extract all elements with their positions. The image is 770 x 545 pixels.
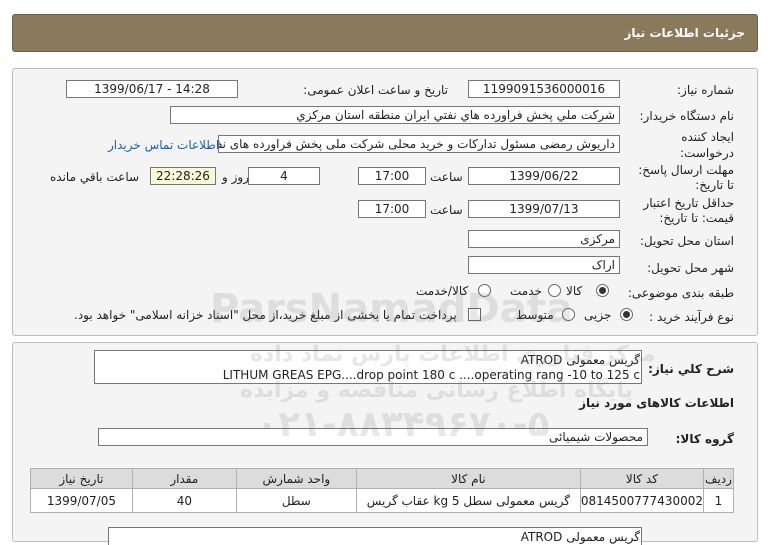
watermark-brand: ParsNamadData — [210, 286, 573, 332]
province-field: مرکزی — [468, 230, 620, 248]
need-number-label: شماره نیاز: — [677, 83, 734, 97]
days-label: روز و — [222, 170, 249, 184]
validity-label-2: قیمت: تا تاریخ: — [659, 211, 734, 225]
watermark-line-1: مرکز فناوری اطلاعات پارس نماد داده — [250, 342, 656, 367]
announce-label: تاریخ و ساعت اعلان عمومی: — [303, 83, 448, 97]
goods-group-label: گروه کالا: — [675, 432, 734, 446]
cell-row: 1 — [703, 488, 734, 513]
cell-date: 1399/07/05 — [30, 488, 133, 513]
cell-unit: سطل — [235, 488, 357, 513]
col-code-header: کد کالا — [579, 468, 705, 489]
process-minor-radio[interactable] — [620, 308, 633, 321]
need-number-field: 1199091536000016 — [468, 80, 620, 98]
remaining-label: ساعت باقي مانده — [50, 170, 140, 184]
bottom-desc: گریس معمولی ATROD — [520, 530, 640, 544]
col-name-header: نام کالا — [355, 468, 581, 489]
deadline-time-label: ساعت — [430, 170, 463, 184]
process-label: نوع فرآیند خرید : — [649, 310, 734, 324]
col-unit-header: واحد شمارش — [235, 468, 357, 489]
category-label: طبقه بندی موضوعی: — [627, 286, 734, 300]
page-title: جزئیات اطلاعات نیاز — [624, 26, 745, 40]
buyer-contact-link[interactable]: اطلاعات تماس خریدار — [108, 138, 219, 152]
validity-time-label: ساعت — [430, 203, 463, 217]
city-field: اراک — [468, 256, 620, 274]
cell-code: 0814500777430002 — [579, 488, 705, 513]
city-label: شهر محل تحویل: — [647, 261, 734, 275]
col-date-header: تاریخ نیاز — [30, 468, 133, 489]
cell-name: گریس معمولی سطل 5 kg عقاب گریس — [355, 488, 581, 513]
title-bar: جزئیات اطلاعات نیاز — [12, 14, 758, 52]
goods-table: ردیف کد کالا نام کالا واحد شمارش مقدار ت… — [30, 468, 734, 513]
buyer-field: شرکت ملي پخش فراورده هاي نفتي ايران منطق… — [170, 106, 620, 124]
deadline-date-field: 1399/06/22 — [468, 167, 620, 185]
watermark-line-2: پایگاه اطلاع رسانی مناقصه و مزایده — [240, 378, 633, 403]
deadline-label-1: مهلت ارسال پاسخ: — [638, 163, 734, 177]
days-remaining-field: 4 — [248, 167, 320, 185]
table-header-row: ردیف کد کالا نام کالا واحد شمارش مقدار ت… — [30, 468, 734, 489]
creator-label-2: درخواست: — [680, 146, 734, 160]
watermark-phone: ۰۲۱-۸۸۳۴۹۶۷۰-۵ — [256, 404, 550, 445]
deadline-time-field: 17:00 — [358, 167, 426, 185]
table-row: 1 0814500777430002 گریس معمولی سطل 5 kg … — [30, 488, 734, 513]
validity-date-field: 1399/07/13 — [468, 200, 620, 218]
creator-field: داریوش رمضی مسئول تدارکات و خرید محلی شر… — [218, 135, 620, 153]
creator-label-1: ایجاد کننده — [681, 130, 734, 144]
col-row-header: ردیف — [703, 468, 734, 489]
summary-label: شرح کلي نياز: — [648, 362, 734, 376]
col-qty-header: مقدار — [131, 468, 237, 489]
cell-qty: 40 — [131, 488, 237, 513]
deadline-label-2: تا تاریخ: — [695, 178, 734, 192]
announce-field: 1399/06/17 - 14:28 — [66, 80, 238, 98]
validity-label-1: حداقل تاریخ اعتبار — [643, 196, 734, 210]
process-minor-label: جزیی — [584, 308, 612, 322]
province-label: استان محل تحویل: — [639, 234, 734, 248]
category-goods-radio[interactable] — [596, 284, 609, 297]
countdown-field: 22:28:26 — [150, 167, 216, 185]
buyer-label: نام دستگاه خریدار: — [639, 109, 735, 123]
validity-time-field: 17:00 — [358, 200, 426, 218]
